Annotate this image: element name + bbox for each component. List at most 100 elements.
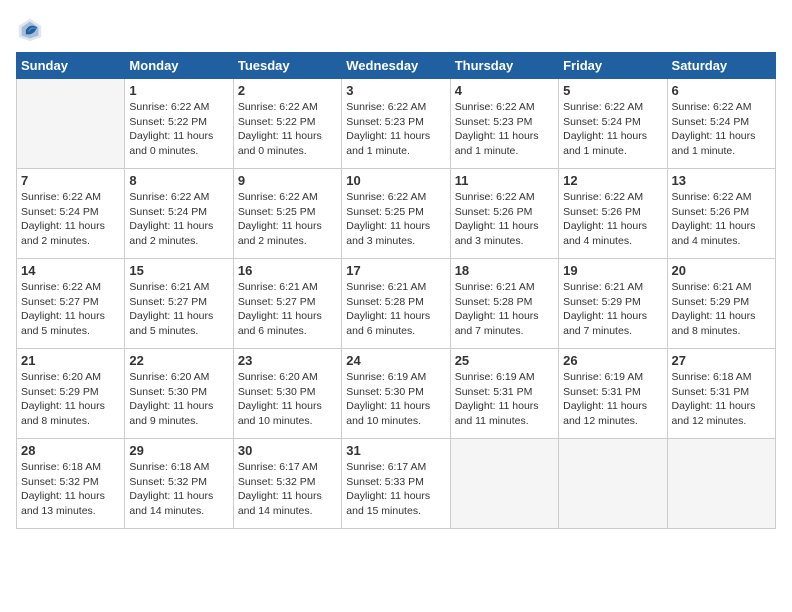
- day-number: 23: [238, 353, 337, 368]
- day-info: Sunrise: 6:22 AM Sunset: 5:22 PM Dayligh…: [129, 100, 228, 159]
- day-number: 9: [238, 173, 337, 188]
- calendar-cell: 12Sunrise: 6:22 AM Sunset: 5:26 PM Dayli…: [559, 169, 667, 259]
- day-number: 31: [346, 443, 445, 458]
- col-header-monday: Monday: [125, 53, 233, 79]
- day-info: Sunrise: 6:19 AM Sunset: 5:31 PM Dayligh…: [563, 370, 662, 429]
- calendar-cell: 16Sunrise: 6:21 AM Sunset: 5:27 PM Dayli…: [233, 259, 341, 349]
- day-number: 28: [21, 443, 120, 458]
- calendar-cell: 31 Sunrise: 6:17 AM Sunset: 5:33 PM Dayli…: [342, 439, 450, 529]
- calendar-cell: 1Sunrise: 6:22 AM Sunset: 5:22 PM Daylig…: [125, 79, 233, 169]
- day-info: Sunrise: 6:21 AM Sunset: 5:28 PM Dayligh…: [346, 280, 445, 339]
- calendar-cell: 27 Sunrise: 6:18 AM Sunset: 5:31 PM Dayli…: [667, 349, 775, 439]
- calendar-cell: 11 Sunrise: 6:22 AM Sunset: 5:26 PM Dayli…: [450, 169, 558, 259]
- day-info: Sunrise: 6:21 AM Sunset: 5:28 PM Dayligh…: [455, 280, 554, 339]
- calendar-body: 1Sunrise: 6:22 AM Sunset: 5:22 PM Daylig…: [17, 79, 776, 529]
- calendar-cell: [17, 79, 125, 169]
- page-header: [16, 16, 776, 44]
- day-number: 22: [129, 353, 228, 368]
- calendar-cell: 30 Sunrise: 6:17 AM Sunset: 5:32 PM Dayli…: [233, 439, 341, 529]
- day-number: 3: [346, 83, 445, 98]
- day-number: 13: [672, 173, 771, 188]
- day-info: Sunrise: 6:17 AM Sunset: 5:32 PM Dayligh…: [238, 460, 337, 519]
- day-number: 21: [21, 353, 120, 368]
- day-info: Sunrise: 6:22 AM Sunset: 5:27 PM Dayligh…: [21, 280, 120, 339]
- calendar-cell: 26Sunrise: 6:19 AM Sunset: 5:31 PM Dayli…: [559, 349, 667, 439]
- col-header-sunday: Sunday: [17, 53, 125, 79]
- logo: [16, 16, 48, 44]
- day-info: Sunrise: 6:17 AM Sunset: 5:33 PM Dayligh…: [346, 460, 445, 519]
- calendar-cell: 25 Sunrise: 6:19 AM Sunset: 5:31 PM Dayli…: [450, 349, 558, 439]
- day-number: 27: [672, 353, 771, 368]
- calendar-cell: 13 Sunrise: 6:22 AM Sunset: 5:26 PM Dayli…: [667, 169, 775, 259]
- calendar-cell: [450, 439, 558, 529]
- day-number: 18: [455, 263, 554, 278]
- week-row-4: 28 Sunrise: 6:18 AM Sunset: 5:32 PM Dayli…: [17, 439, 776, 529]
- calendar-cell: 23 Sunrise: 6:20 AM Sunset: 5:30 PM Dayli…: [233, 349, 341, 439]
- day-number: 6: [672, 83, 771, 98]
- day-number: 12: [563, 173, 662, 188]
- day-info: Sunrise: 6:18 AM Sunset: 5:32 PM Dayligh…: [129, 460, 228, 519]
- calendar-cell: 5 Sunrise: 6:22 AM Sunset: 5:24 PM Daylig…: [559, 79, 667, 169]
- day-number: 20: [672, 263, 771, 278]
- day-info: Sunrise: 6:22 AM Sunset: 5:24 PM Dayligh…: [21, 190, 120, 249]
- day-number: 30: [238, 443, 337, 458]
- day-number: 8: [129, 173, 228, 188]
- calendar-cell: 8 Sunrise: 6:22 AM Sunset: 5:24 PM Daylig…: [125, 169, 233, 259]
- calendar-cell: 4Sunrise: 6:22 AM Sunset: 5:23 PM Daylig…: [450, 79, 558, 169]
- calendar-cell: 17Sunrise: 6:21 AM Sunset: 5:28 PM Dayli…: [342, 259, 450, 349]
- day-number: 25: [455, 353, 554, 368]
- day-info: Sunrise: 6:21 AM Sunset: 5:29 PM Dayligh…: [672, 280, 771, 339]
- calendar-cell: 22 Sunrise: 6:20 AM Sunset: 5:30 PM Dayli…: [125, 349, 233, 439]
- calendar-cell: 24 Sunrise: 6:19 AM Sunset: 5:30 PM Dayli…: [342, 349, 450, 439]
- day-info: Sunrise: 6:18 AM Sunset: 5:31 PM Dayligh…: [672, 370, 771, 429]
- calendar-cell: 19 Sunrise: 6:21 AM Sunset: 5:29 PM Dayli…: [559, 259, 667, 349]
- day-info: Sunrise: 6:22 AM Sunset: 5:24 PM Dayligh…: [129, 190, 228, 249]
- day-number: 19: [563, 263, 662, 278]
- week-row-1: 7 Sunrise: 6:22 AM Sunset: 5:24 PM Daylig…: [17, 169, 776, 259]
- day-info: Sunrise: 6:21 AM Sunset: 5:27 PM Dayligh…: [129, 280, 228, 339]
- day-number: 24: [346, 353, 445, 368]
- day-info: Sunrise: 6:22 AM Sunset: 5:25 PM Dayligh…: [346, 190, 445, 249]
- day-number: 29: [129, 443, 228, 458]
- calendar-cell: 18 Sunrise: 6:21 AM Sunset: 5:28 PM Dayli…: [450, 259, 558, 349]
- day-info: Sunrise: 6:18 AM Sunset: 5:32 PM Dayligh…: [21, 460, 120, 519]
- day-info: Sunrise: 6:20 AM Sunset: 5:30 PM Dayligh…: [129, 370, 228, 429]
- calendar-cell: 3 Sunrise: 6:22 AM Sunset: 5:23 PM Daylig…: [342, 79, 450, 169]
- day-number: 15: [129, 263, 228, 278]
- day-info: Sunrise: 6:20 AM Sunset: 5:29 PM Dayligh…: [21, 370, 120, 429]
- day-number: 5: [563, 83, 662, 98]
- day-info: Sunrise: 6:20 AM Sunset: 5:30 PM Dayligh…: [238, 370, 337, 429]
- calendar-cell: 14 Sunrise: 6:22 AM Sunset: 5:27 PM Dayli…: [17, 259, 125, 349]
- day-number: 11: [455, 173, 554, 188]
- week-row-0: 1Sunrise: 6:22 AM Sunset: 5:22 PM Daylig…: [17, 79, 776, 169]
- col-header-friday: Friday: [559, 53, 667, 79]
- calendar-header-row: SundayMondayTuesdayWednesdayThursdayFrid…: [17, 53, 776, 79]
- col-header-tuesday: Tuesday: [233, 53, 341, 79]
- day-info: Sunrise: 6:22 AM Sunset: 5:25 PM Dayligh…: [238, 190, 337, 249]
- col-header-thursday: Thursday: [450, 53, 558, 79]
- day-info: Sunrise: 6:22 AM Sunset: 5:23 PM Dayligh…: [346, 100, 445, 159]
- day-number: 2: [238, 83, 337, 98]
- calendar-cell: [559, 439, 667, 529]
- day-info: Sunrise: 6:22 AM Sunset: 5:24 PM Dayligh…: [672, 100, 771, 159]
- day-info: Sunrise: 6:22 AM Sunset: 5:23 PM Dayligh…: [455, 100, 554, 159]
- calendar-cell: 21 Sunrise: 6:20 AM Sunset: 5:29 PM Dayli…: [17, 349, 125, 439]
- day-info: Sunrise: 6:19 AM Sunset: 5:31 PM Dayligh…: [455, 370, 554, 429]
- week-row-3: 21 Sunrise: 6:20 AM Sunset: 5:29 PM Dayli…: [17, 349, 776, 439]
- week-row-2: 14 Sunrise: 6:22 AM Sunset: 5:27 PM Dayli…: [17, 259, 776, 349]
- day-info: Sunrise: 6:21 AM Sunset: 5:27 PM Dayligh…: [238, 280, 337, 339]
- calendar-cell: 6 Sunrise: 6:22 AM Sunset: 5:24 PM Daylig…: [667, 79, 775, 169]
- calendar-table: SundayMondayTuesdayWednesdayThursdayFrid…: [16, 52, 776, 529]
- day-info: Sunrise: 6:22 AM Sunset: 5:24 PM Dayligh…: [563, 100, 662, 159]
- col-header-saturday: Saturday: [667, 53, 775, 79]
- day-info: Sunrise: 6:19 AM Sunset: 5:30 PM Dayligh…: [346, 370, 445, 429]
- day-number: 14: [21, 263, 120, 278]
- logo-icon: [16, 16, 44, 44]
- day-info: Sunrise: 6:22 AM Sunset: 5:26 PM Dayligh…: [672, 190, 771, 249]
- day-info: Sunrise: 6:21 AM Sunset: 5:29 PM Dayligh…: [563, 280, 662, 339]
- calendar-cell: 28 Sunrise: 6:18 AM Sunset: 5:32 PM Dayli…: [17, 439, 125, 529]
- day-info: Sunrise: 6:22 AM Sunset: 5:26 PM Dayligh…: [455, 190, 554, 249]
- calendar-cell: 2Sunrise: 6:22 AM Sunset: 5:22 PM Daylig…: [233, 79, 341, 169]
- day-number: 7: [21, 173, 120, 188]
- calendar-cell: 29 Sunrise: 6:18 AM Sunset: 5:32 PM Dayli…: [125, 439, 233, 529]
